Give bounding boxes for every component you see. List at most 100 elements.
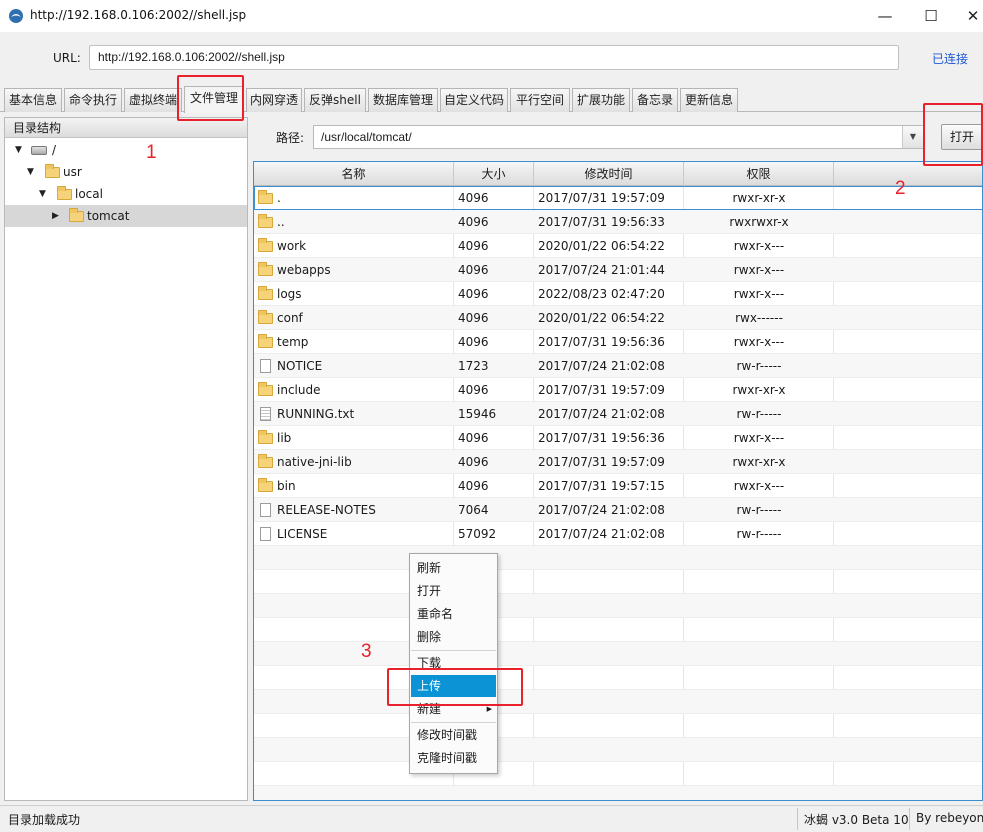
cell-size: 4096 xyxy=(458,263,489,277)
table-row[interactable]: webapps 4096 2017/07/24 21:01:44 rwxr-x--- xyxy=(254,258,982,282)
menu-item-refresh[interactable]: 刷新 xyxy=(411,557,496,579)
menu-item-open[interactable]: 打开 xyxy=(411,580,496,602)
minimize-button[interactable]: — xyxy=(862,2,908,30)
url-input[interactable]: http://192.168.0.106:2002//shell.jsp xyxy=(89,45,899,70)
empty-row xyxy=(254,546,982,570)
cell-size: 4096 xyxy=(458,191,489,205)
tab-custom-code[interactable]: 自定义代码 xyxy=(440,88,508,112)
tree-node-local[interactable]: ▼ local xyxy=(5,183,247,205)
menu-item-label: 新建 xyxy=(417,702,442,716)
menu-item-delete[interactable]: 删除 xyxy=(411,626,496,648)
cell-name: NOTICE xyxy=(277,359,323,373)
menu-item-rename[interactable]: 重命名 xyxy=(411,603,496,625)
tab-memo[interactable]: 备忘录 xyxy=(632,88,678,112)
tab-database[interactable]: 数据库管理 xyxy=(368,88,438,112)
expanded-arrow-icon[interactable]: ▼ xyxy=(15,139,22,161)
cell-mtime: 2017/07/24 21:02:08 xyxy=(538,407,665,421)
expanded-arrow-icon[interactable]: ▼ xyxy=(27,161,34,183)
path-combo[interactable]: /usr/local/tomcat/ ▼ xyxy=(313,125,924,149)
folder-icon xyxy=(258,430,273,444)
tab-bar: 基本信息 命令执行 虚拟终端 文件管理 内网穿透 反弹shell 数据库管理 自… xyxy=(0,84,983,113)
table-row[interactable]: logs 4096 2022/08/23 02:47:20 rwxr-x--- xyxy=(254,282,982,306)
maximize-button[interactable]: ☐ xyxy=(908,2,954,30)
tab-reverse-shell[interactable]: 反弹shell xyxy=(304,88,366,112)
cell-permission: rw-r----- xyxy=(736,527,782,541)
column-header-size[interactable]: 大小 xyxy=(454,162,534,186)
cell-permission: rwxr-x--- xyxy=(733,263,785,277)
menu-item-clone-timestamp[interactable]: 克隆时间戳 xyxy=(411,747,496,769)
cell-mtime: 2017/07/31 19:57:15 xyxy=(538,479,665,493)
file-icon xyxy=(260,359,271,373)
folder-icon xyxy=(258,334,273,348)
cell-name: .. xyxy=(277,215,285,229)
window-title: http://192.168.0.106:2002//shell.jsp xyxy=(30,8,247,22)
menu-item-new[interactable]: 新建 ▶ xyxy=(411,698,496,720)
empty-row xyxy=(254,618,982,642)
cell-size: 4096 xyxy=(458,239,489,253)
path-label: 路径: xyxy=(276,131,305,145)
cell-size: 15946 xyxy=(458,407,497,421)
tab-basic-info[interactable]: 基本信息 xyxy=(4,88,62,112)
url-label: URL: xyxy=(53,51,81,65)
tree-node-usr[interactable]: ▼ usr xyxy=(5,161,247,183)
tab-intranet-tunnel[interactable]: 内网穿透 xyxy=(246,88,302,112)
file-icon xyxy=(260,527,271,541)
cell-mtime: 2017/07/31 19:56:33 xyxy=(538,215,665,229)
cell-mtime: 2017/07/31 19:56:36 xyxy=(538,335,665,349)
cell-size: 57092 xyxy=(458,527,497,541)
table-row[interactable]: native-jni-lib 4096 2017/07/31 19:57:09 rwx… xyxy=(254,450,982,474)
path-value[interactable]: /usr/local/tomcat/ xyxy=(321,130,412,144)
drive-icon xyxy=(31,146,47,155)
cell-permission: rwxr-x--- xyxy=(733,239,785,253)
table-row[interactable]: LICENSE 57092 2017/07/24 21:02:08 rw-r----- xyxy=(254,522,982,546)
cell-name: native-jni-lib xyxy=(277,455,352,469)
tab-extensions[interactable]: 扩展功能 xyxy=(572,88,630,112)
menu-item-modify-timestamp[interactable]: 修改时间戳 xyxy=(411,724,496,746)
cell-permission: rwxr-xr-x xyxy=(732,383,786,397)
table-row[interactable]: temp 4096 2017/07/31 19:56:36 rwxr-x--- xyxy=(254,330,982,354)
table-row[interactable]: NOTICE 1723 2017/07/24 21:02:08 rw-r----- xyxy=(254,354,982,378)
menu-item-download[interactable]: 下载 xyxy=(411,652,496,674)
tab-update-info[interactable]: 更新信息 xyxy=(680,88,738,112)
tree-node-root[interactable]: ▼ / xyxy=(5,139,247,161)
column-header-mtime[interactable]: 修改时间 xyxy=(534,162,684,186)
tab-parallel-space[interactable]: 平行空间 xyxy=(510,88,570,112)
column-header-permission[interactable]: 权限 xyxy=(684,162,834,186)
cell-mtime: 2017/07/24 21:02:08 xyxy=(538,527,665,541)
table-row[interactable]: .. 4096 2017/07/31 19:56:33 rwxrwxr-x xyxy=(254,210,982,234)
close-button[interactable]: ✕ xyxy=(950,2,983,30)
table-row[interactable]: include 4096 2017/07/31 19:57:09 rwxr-xr-x xyxy=(254,378,982,402)
tree-node-tomcat[interactable]: ▶ tomcat xyxy=(5,205,247,227)
cell-name: include xyxy=(277,383,321,397)
menu-separator xyxy=(411,650,496,651)
cell-mtime: 2020/01/22 06:54:22 xyxy=(538,311,665,325)
expanded-arrow-icon[interactable]: ▼ xyxy=(39,183,46,205)
cell-size: 1723 xyxy=(458,359,489,373)
file-table: 名称 大小 修改时间 权限 . 4096 2017/07/31 19:57:09 rw… xyxy=(253,161,983,801)
table-row[interactable]: RUNNING.txt 15946 2017/07/24 21:02:08 rw-r-… xyxy=(254,402,982,426)
tab-command-exec[interactable]: 命令执行 xyxy=(64,88,122,112)
tab-file-manager[interactable]: 文件管理 xyxy=(184,86,244,113)
cell-permission: rwxr-x--- xyxy=(733,287,785,301)
table-row[interactable]: . 4096 2017/07/31 19:57:09 rwxr-xr-x xyxy=(254,186,982,210)
chevron-down-icon[interactable]: ▼ xyxy=(902,126,923,148)
tab-virtual-terminal[interactable]: 虚拟终端 xyxy=(124,88,182,112)
open-button[interactable]: 打开 xyxy=(941,124,983,150)
column-header-name[interactable]: 名称 xyxy=(254,162,454,186)
table-row[interactable]: RELEASE-NOTES 7064 2017/07/24 21:02:08 rw-r… xyxy=(254,498,982,522)
folder-icon xyxy=(258,214,273,228)
collapsed-arrow-icon[interactable]: ▶ xyxy=(52,205,59,227)
empty-row xyxy=(254,738,982,762)
table-row[interactable]: work 4096 2020/01/22 06:54:22 rwxr-x--- xyxy=(254,234,982,258)
connection-status: 已连接 xyxy=(932,52,969,66)
annotation-number-2: 2 xyxy=(895,178,906,199)
context-menu: 刷新 打开 重命名 删除 下载 上传 新建 ▶ 修改时间戳 克隆时间戳 xyxy=(409,553,498,774)
table-row[interactable]: conf 4096 2020/01/22 06:54:22 rwx------ xyxy=(254,306,982,330)
tree-node-label: tomcat xyxy=(87,209,130,223)
tree-node-label: / xyxy=(52,143,57,157)
table-row[interactable]: lib 4096 2017/07/31 19:56:36 rwxr-x--- xyxy=(254,426,982,450)
cell-mtime: 2017/07/31 19:57:09 xyxy=(538,455,665,469)
menu-item-upload[interactable]: 上传 xyxy=(411,675,496,697)
table-row[interactable]: bin 4096 2017/07/31 19:57:15 rwxr-x--- xyxy=(254,474,982,498)
cell-permission: rw-r----- xyxy=(736,407,782,421)
